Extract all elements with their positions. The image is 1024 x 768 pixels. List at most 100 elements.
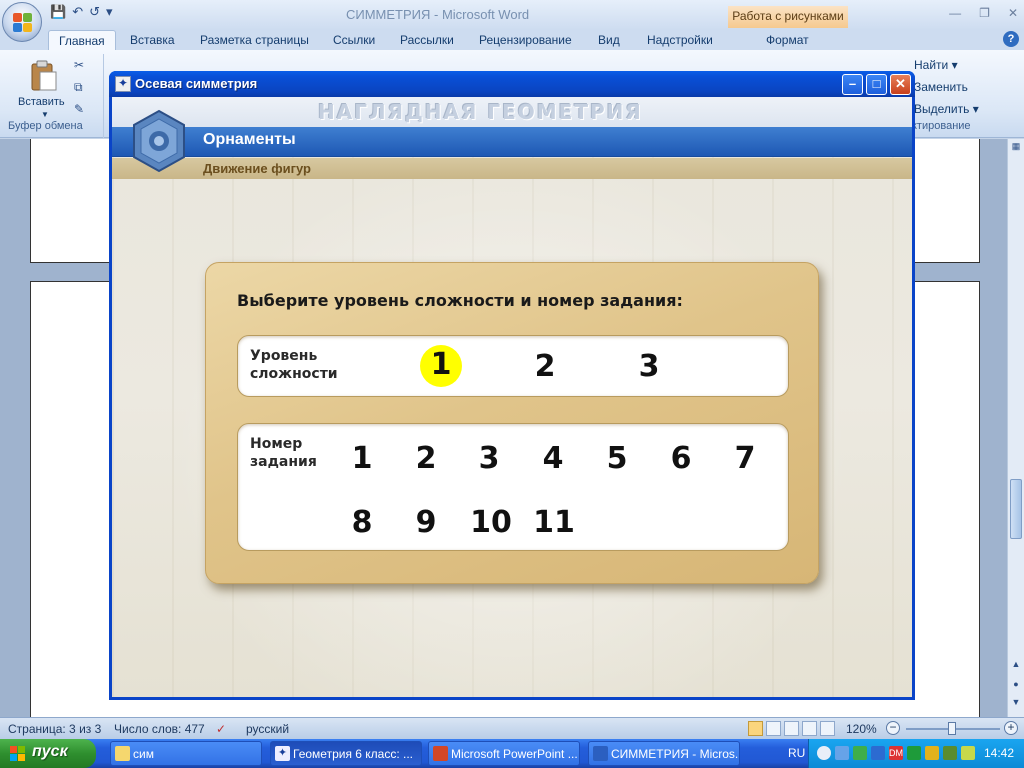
undo-icon[interactable]: ↶ bbox=[72, 5, 83, 20]
tray-arrow-icon[interactable] bbox=[817, 746, 831, 760]
help-icon[interactable]: ? bbox=[1003, 31, 1019, 47]
select-button[interactable]: Выделить ▾ bbox=[914, 102, 979, 116]
restore-icon[interactable]: ❐ bbox=[979, 6, 990, 20]
tab-insert[interactable]: Вставка bbox=[130, 33, 175, 47]
task-option[interactable]: 6 bbox=[659, 439, 703, 479]
scroll-down-icon[interactable]: ▼ bbox=[1010, 697, 1022, 711]
tab-format[interactable]: Формат bbox=[766, 33, 809, 47]
app-close-button[interactable]: ✕ bbox=[890, 74, 911, 95]
task-number-label: Номер задания bbox=[250, 436, 317, 470]
ruler-toggle-icon[interactable]: ▦ bbox=[1010, 141, 1022, 155]
tab-home[interactable]: Главная bbox=[48, 30, 116, 51]
proofing-icon[interactable]: ✓ bbox=[216, 722, 226, 736]
format-painter-icon[interactable]: ✎ bbox=[74, 102, 84, 116]
task-heading: Выберите уровень сложности и номер задан… bbox=[237, 291, 683, 310]
zoom-slider-thumb[interactable] bbox=[948, 722, 956, 735]
taskbar-button-label: Microsoft PowerPoint ... bbox=[451, 747, 578, 761]
level-option[interactable]: 3 bbox=[627, 347, 671, 387]
task-option[interactable]: 7 bbox=[723, 439, 767, 479]
scroll-up-icon[interactable]: ▲ bbox=[1010, 659, 1022, 673]
replace-button[interactable]: Заменить bbox=[914, 80, 968, 94]
section-subtitle: Движение фигур bbox=[203, 161, 311, 176]
paste-button-label[interactable]: Вставить bbox=[18, 96, 65, 108]
tab-view[interactable]: Вид bbox=[598, 33, 620, 47]
input-language-indicator[interactable]: RU bbox=[788, 746, 805, 760]
tray-app-icon[interactable] bbox=[943, 746, 957, 760]
tray-clock: 14:42 bbox=[984, 746, 1015, 760]
tray-app-icon[interactable] bbox=[961, 746, 975, 760]
redo-icon[interactable]: ↺ bbox=[89, 5, 100, 20]
taskbar: пуск сим ✦ Геометрия 6 класс: ... Micros… bbox=[0, 739, 1024, 768]
find-button[interactable]: Найти ▾ bbox=[914, 58, 958, 72]
taskbar-button-label: Геометрия 6 класс: ... bbox=[293, 747, 414, 761]
copy-icon[interactable]: ⧉ bbox=[74, 80, 83, 95]
word-window-title: СИММЕТРИЯ - Microsoft Word bbox=[346, 7, 530, 22]
task-option[interactable]: 4 bbox=[531, 439, 575, 479]
web-layout-view-icon[interactable] bbox=[784, 721, 799, 736]
view-buttons bbox=[748, 721, 835, 736]
minimize-icon[interactable]: — bbox=[949, 6, 961, 20]
app-client-area: НАГЛЯДНАЯ ГЕОМЕТРИЯ Орнаменты Движение ф… bbox=[112, 97, 912, 697]
close-icon[interactable]: ✕ bbox=[1008, 6, 1018, 20]
task-selection-panel: Выберите уровень сложности и номер задан… bbox=[205, 262, 819, 584]
taskbar-powerpoint[interactable]: Microsoft PowerPoint ... bbox=[428, 741, 580, 766]
tray-network-icon[interactable] bbox=[835, 746, 849, 760]
app-icon: ✦ bbox=[275, 746, 290, 761]
app-titlebar[interactable]: Осевая симметрия – □ ✕ bbox=[109, 71, 915, 97]
app-banner-title: НАГЛЯДНАЯ ГЕОМЕТРИЯ bbox=[318, 100, 643, 124]
zoom-in-icon[interactable]: + bbox=[1004, 721, 1018, 735]
taskbar-geometry-app[interactable]: ✦ Геометрия 6 класс: ... bbox=[270, 741, 422, 766]
editing-group-label: ктирование bbox=[912, 120, 971, 132]
cut-icon[interactable]: ✂ bbox=[74, 58, 84, 72]
vertical-scrollbar[interactable]: ▦ ▲ ● ▼ bbox=[1007, 139, 1024, 717]
tray-app-icon[interactable] bbox=[853, 746, 867, 760]
picture-tools-group-label: Работа с рисунками bbox=[728, 6, 848, 28]
tab-mailings[interactable]: Рассылки bbox=[400, 33, 454, 47]
tab-review[interactable]: Рецензирование bbox=[479, 33, 572, 47]
difficulty-level-label: Уровень сложности bbox=[250, 348, 338, 382]
zoom-level[interactable]: 120% bbox=[846, 722, 877, 736]
word-count[interactable]: Число слов: 477 bbox=[114, 722, 205, 736]
customize-qat-icon[interactable]: ▾ bbox=[106, 5, 113, 20]
tab-page-layout[interactable]: Разметка страницы bbox=[200, 33, 309, 47]
language-indicator[interactable]: русский bbox=[246, 722, 289, 736]
start-label: пуск bbox=[32, 743, 68, 760]
start-button[interactable]: пуск bbox=[0, 739, 96, 768]
paste-dropdown-icon[interactable]: ▼ bbox=[41, 110, 49, 119]
scrollbar-thumb[interactable] bbox=[1010, 479, 1022, 539]
tray-app-icon[interactable] bbox=[871, 746, 885, 760]
tab-references[interactable]: Ссылки bbox=[333, 33, 375, 47]
section-title: Орнаменты bbox=[203, 131, 296, 148]
task-option[interactable]: 11 bbox=[532, 503, 576, 543]
level-option[interactable]: 1 bbox=[420, 345, 462, 387]
zoom-out-icon[interactable]: − bbox=[886, 721, 900, 735]
browse-object-icon[interactable]: ● bbox=[1010, 679, 1022, 693]
task-option[interactable]: 5 bbox=[595, 439, 639, 479]
app-window-icon[interactable] bbox=[115, 76, 131, 92]
tab-addins[interactable]: Надстройки bbox=[647, 33, 713, 47]
task-option[interactable]: 2 bbox=[404, 439, 448, 479]
print-layout-view-icon[interactable] bbox=[748, 721, 763, 736]
tray-dm-icon[interactable]: DM bbox=[889, 746, 903, 760]
taskbar-folder-sim[interactable]: сим bbox=[110, 741, 262, 766]
draft-view-icon[interactable] bbox=[820, 721, 835, 736]
paste-icon[interactable] bbox=[30, 60, 58, 92]
app-minimize-button[interactable]: – bbox=[842, 74, 863, 95]
app-maximize-button[interactable]: □ bbox=[866, 74, 887, 95]
task-option[interactable]: 10 bbox=[469, 503, 513, 543]
taskbar-word[interactable]: СИММЕТРИЯ - Micros... bbox=[588, 741, 740, 766]
full-screen-view-icon[interactable] bbox=[766, 721, 781, 736]
page-count[interactable]: Страница: 3 из 3 bbox=[8, 722, 101, 736]
save-icon[interactable]: 💾 bbox=[50, 5, 66, 20]
office-logo-icon bbox=[13, 13, 33, 33]
task-option[interactable]: 3 bbox=[467, 439, 511, 479]
tray-app-icon[interactable] bbox=[925, 746, 939, 760]
office-button[interactable] bbox=[2, 2, 42, 42]
tray-app-icon[interactable] bbox=[907, 746, 921, 760]
task-option[interactable]: 8 bbox=[340, 503, 384, 543]
windows-logo-icon bbox=[10, 746, 26, 762]
task-option[interactable]: 9 bbox=[404, 503, 448, 543]
task-option[interactable]: 1 bbox=[340, 439, 384, 479]
level-option[interactable]: 2 bbox=[523, 347, 567, 387]
outline-view-icon[interactable] bbox=[802, 721, 817, 736]
